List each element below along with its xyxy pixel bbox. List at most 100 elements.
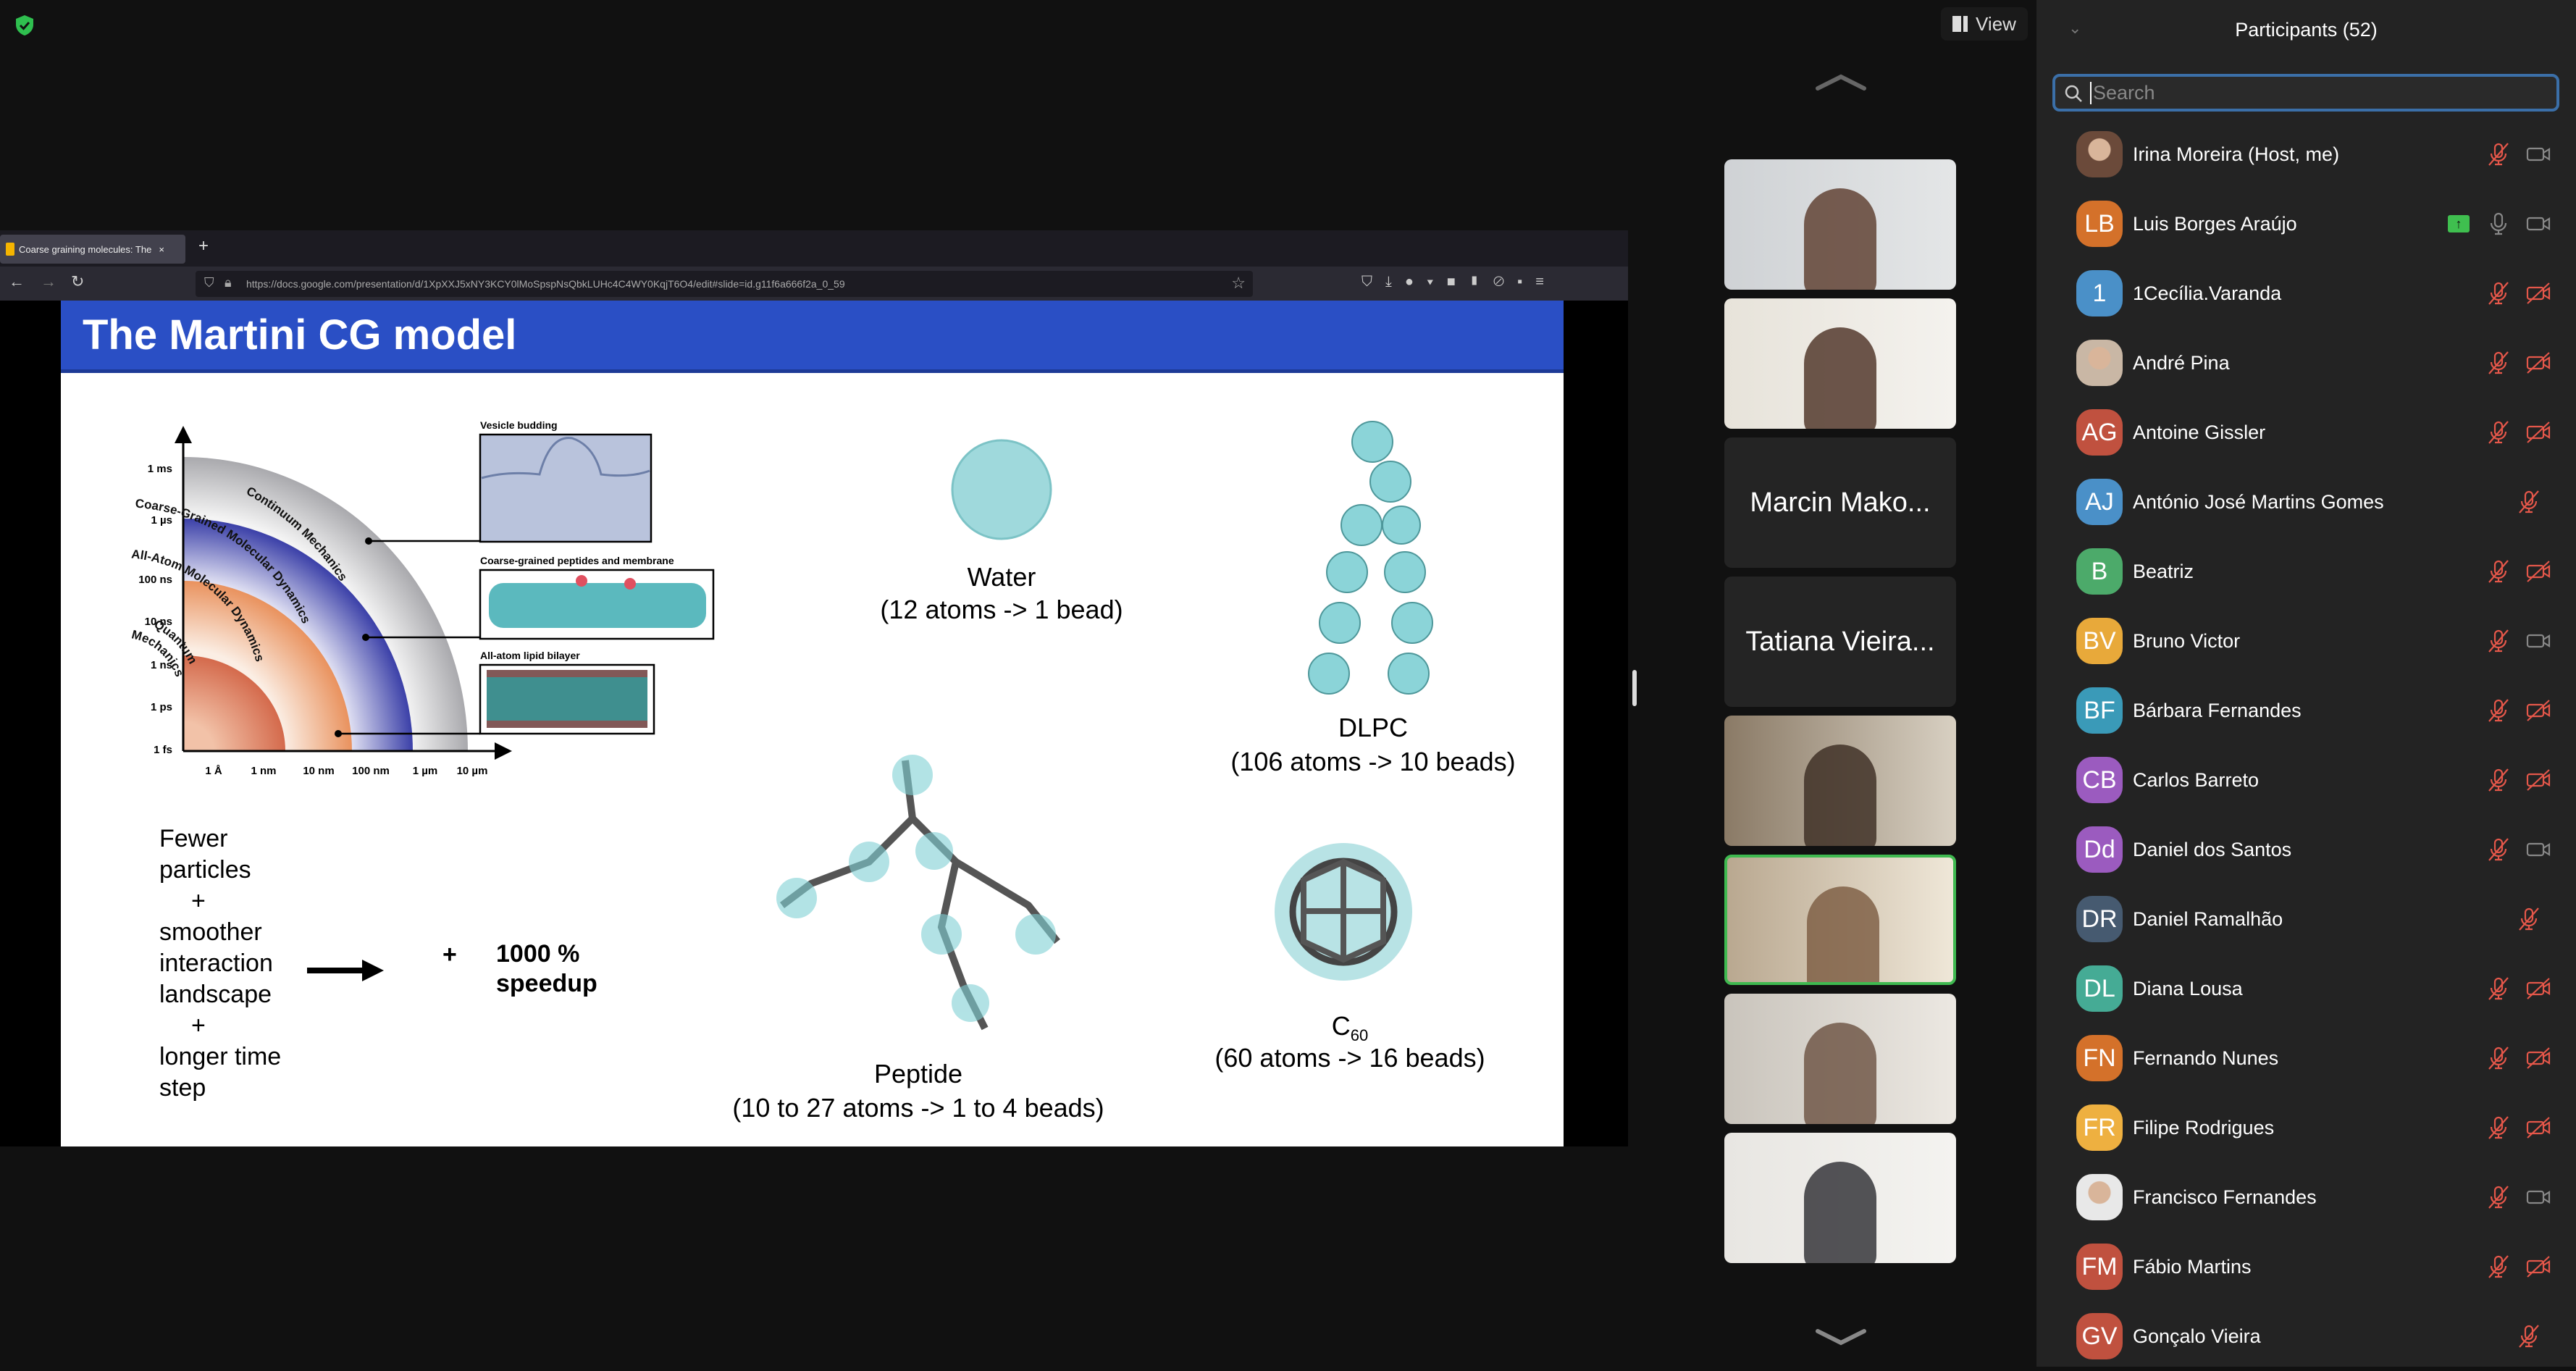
- participant-row[interactable]: Irina Moreira (Host, me): [2036, 120, 2576, 189]
- participant-name: Fernando Nunes: [2133, 1047, 2279, 1069]
- participant-row[interactable]: GV Gonçalo Vieira: [2036, 1301, 2576, 1371]
- view-button[interactable]: View: [1941, 7, 2028, 41]
- video-off-icon[interactable]: [2525, 280, 2551, 306]
- shared-browser-window: Coarse graining molecules: The × + ← → ↻ …: [0, 230, 1628, 1146]
- mic-muted-icon[interactable]: [2485, 350, 2512, 376]
- mic-icon[interactable]: [2485, 211, 2512, 237]
- water-desc: (12 atoms -> 1 bead): [880, 595, 1123, 624]
- left-text-line: longer time: [159, 1043, 282, 1070]
- participant-name: Daniel Ramalhão: [2133, 907, 2283, 930]
- participant-row[interactable]: Dd Daniel dos Santos: [2036, 815, 2576, 884]
- participant-video-tile[interactable]: [1724, 159, 1956, 290]
- video-icon[interactable]: [2525, 628, 2551, 654]
- video-icon[interactable]: [2525, 211, 2551, 237]
- mic-muted-icon[interactable]: [2485, 280, 2512, 306]
- video-off-icon[interactable]: [2525, 1115, 2551, 1141]
- mic-muted-icon[interactable]: [2485, 558, 2512, 584]
- avatar: GV: [2076, 1313, 2123, 1359]
- url-field[interactable]: ⛉ 🔒︎ https://docs.google.com/presentation/…: [196, 271, 1253, 297]
- participant-name: Francisco Fernandes: [2133, 1186, 2317, 1208]
- avatar: DL: [2076, 965, 2123, 1012]
- video-icon[interactable]: [2525, 1184, 2551, 1210]
- scroll-down-chevron-icon[interactable]: [1815, 1328, 1867, 1346]
- participant-row[interactable]: DR Daniel Ramalhão: [2036, 884, 2576, 954]
- participant-row[interactable]: LB Luis Borges Araújo ↑: [2036, 189, 2576, 259]
- avatar: FN: [2076, 1035, 2123, 1081]
- tile-name: Tatiana Vieira...: [1745, 626, 1935, 657]
- video-off-icon[interactable]: [2525, 419, 2551, 445]
- participant-name-tile[interactable]: Tatiana Vieira...: [1724, 577, 1956, 707]
- participant-search-input[interactable]: Search: [2052, 74, 2559, 112]
- participant-row[interactable]: BV Bruno Victor: [2036, 606, 2576, 676]
- mic-muted-icon[interactable]: [2485, 697, 2512, 724]
- mic-muted-icon[interactable]: [2516, 906, 2542, 932]
- participant-row[interactable]: DL Diana Lousa: [2036, 954, 2576, 1023]
- video-off-icon[interactable]: [2525, 1045, 2551, 1071]
- mic-muted-icon[interactable]: [2516, 1323, 2542, 1349]
- participant-video-tile[interactable]: [1724, 1133, 1956, 1263]
- view-label: View: [1976, 12, 2016, 35]
- participant-row[interactable]: CB Carlos Barreto: [2036, 745, 2576, 815]
- video-icon[interactable]: [2525, 141, 2551, 167]
- participant-row[interactable]: AG Antoine Gissler: [2036, 398, 2576, 467]
- scroll-up-chevron-icon[interactable]: [1815, 74, 1867, 91]
- mic-muted-icon[interactable]: [2485, 419, 2512, 445]
- mic-muted-icon[interactable]: [2485, 837, 2512, 863]
- video-off-icon[interactable]: [2525, 697, 2551, 724]
- browser-tab[interactable]: Coarse graining molecules: The ×: [0, 235, 185, 264]
- participant-row[interactable]: FR Filipe Rodrigues: [2036, 1093, 2576, 1162]
- participant-row[interactable]: B Beatriz: [2036, 537, 2576, 606]
- video-icon[interactable]: [2525, 837, 2551, 863]
- speedup-text: 1000 % speedup: [496, 940, 597, 997]
- participant-row[interactable]: André Pina: [2036, 328, 2576, 398]
- tab-close-icon[interactable]: ×: [159, 244, 164, 255]
- participant-row[interactable]: FN Fernando Nunes: [2036, 1023, 2576, 1093]
- mic-muted-icon[interactable]: [2485, 1254, 2512, 1280]
- tracking-shield-icon: ⛉: [204, 275, 214, 290]
- mic-muted-icon[interactable]: [2485, 976, 2512, 1002]
- new-tab-button[interactable]: +: [198, 236, 209, 256]
- participant-row[interactable]: 1 1Cecília.Varanda: [2036, 259, 2576, 328]
- bookmark-star-icon[interactable]: ☆: [1231, 274, 1246, 293]
- browser-tab-bar: Coarse graining molecules: The × +: [0, 230, 1628, 267]
- participant-video-tile[interactable]: [1724, 994, 1956, 1124]
- participant-name: Antoine Gissler: [2133, 421, 2266, 443]
- video-off-icon[interactable]: [2525, 558, 2551, 584]
- mic-muted-icon[interactable]: [2516, 489, 2542, 515]
- participant-row[interactable]: Francisco Fernandes: [2036, 1162, 2576, 1232]
- video-off-icon[interactable]: [2525, 350, 2551, 376]
- mic-muted-icon[interactable]: [2485, 1184, 2512, 1210]
- video-person: [1804, 188, 1876, 290]
- x-tick-label: 10 µm: [457, 765, 488, 777]
- mic-muted-icon[interactable]: [2485, 767, 2512, 793]
- video-off-icon[interactable]: [2525, 976, 2551, 1002]
- peptide-label: Peptide: [873, 1059, 963, 1089]
- participant-name: Bruno Victor: [2133, 629, 2241, 652]
- left-text: Fewer particles + smoother interaction landsc…: [159, 823, 281, 1104]
- video-off-icon[interactable]: [2525, 1254, 2551, 1280]
- participant-video-tile[interactable]: [1724, 298, 1956, 429]
- video-off-icon[interactable]: [2525, 767, 2551, 793]
- mic-muted-icon[interactable]: [2485, 141, 2512, 167]
- participant-row[interactable]: AJ António José Martins Gomes: [2036, 467, 2576, 537]
- avatar: DR: [2076, 896, 2123, 942]
- avatar: CB: [2076, 757, 2123, 803]
- grid-view-icon: [1952, 16, 1968, 32]
- mic-muted-icon[interactable]: [2485, 1115, 2512, 1141]
- reload-icon[interactable]: ↻: [71, 272, 84, 291]
- mic-muted-icon[interactable]: [2485, 1045, 2512, 1071]
- participant-name: Carlos Barreto: [2133, 768, 2260, 791]
- back-icon[interactable]: ←: [9, 272, 25, 291]
- forward-icon[interactable]: →: [41, 272, 56, 291]
- participant-row[interactable]: BF Bárbara Fernandes: [2036, 676, 2576, 745]
- splitter-handle[interactable]: [1632, 670, 1637, 706]
- participant-video-tile[interactable]: [1724, 716, 1956, 846]
- mic-muted-icon[interactable]: [2485, 628, 2512, 654]
- avatar: Dd: [2076, 826, 2123, 873]
- participant-row[interactable]: FM Fábio Martins: [2036, 1232, 2576, 1301]
- participant-video-tile[interactable]: [1724, 855, 1956, 985]
- search-placeholder: Search: [2090, 81, 2155, 104]
- participant-name-tile[interactable]: Marcin Mako...: [1724, 437, 1956, 568]
- left-text-line: particles: [159, 856, 251, 884]
- extension-icons[interactable]: ⛉⤓●▾■▮⊘▪≡: [1362, 274, 1557, 290]
